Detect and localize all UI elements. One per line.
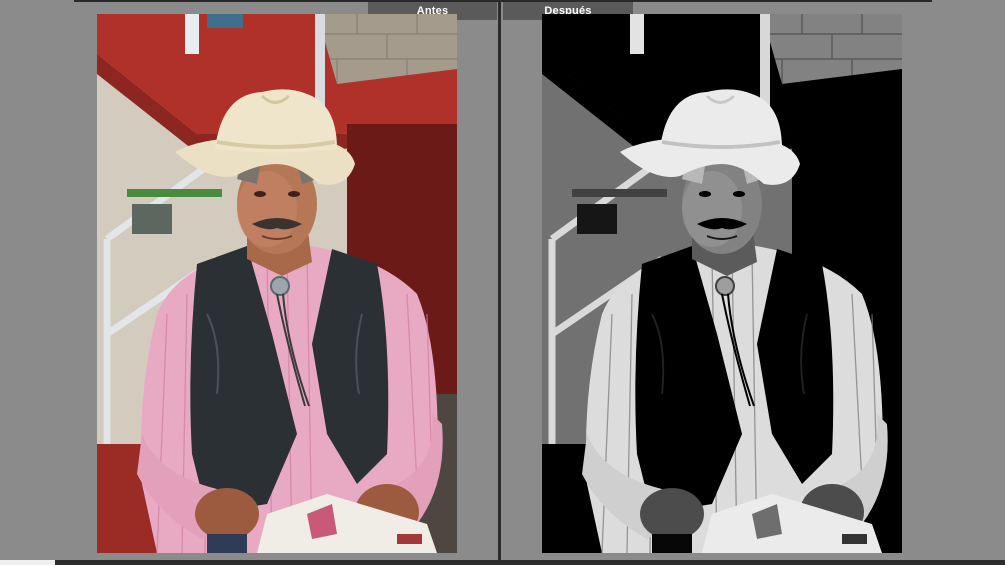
bottom-edge <box>0 560 1005 565</box>
before-after-compare-view: Antes Después <box>0 0 1005 565</box>
portrait-image-bw <box>542 14 902 553</box>
after-photo <box>542 14 902 553</box>
bottom-edge-highlight <box>0 560 55 565</box>
before-photo <box>97 14 457 553</box>
split-divider[interactable] <box>498 0 501 565</box>
portrait-image <box>97 14 457 553</box>
